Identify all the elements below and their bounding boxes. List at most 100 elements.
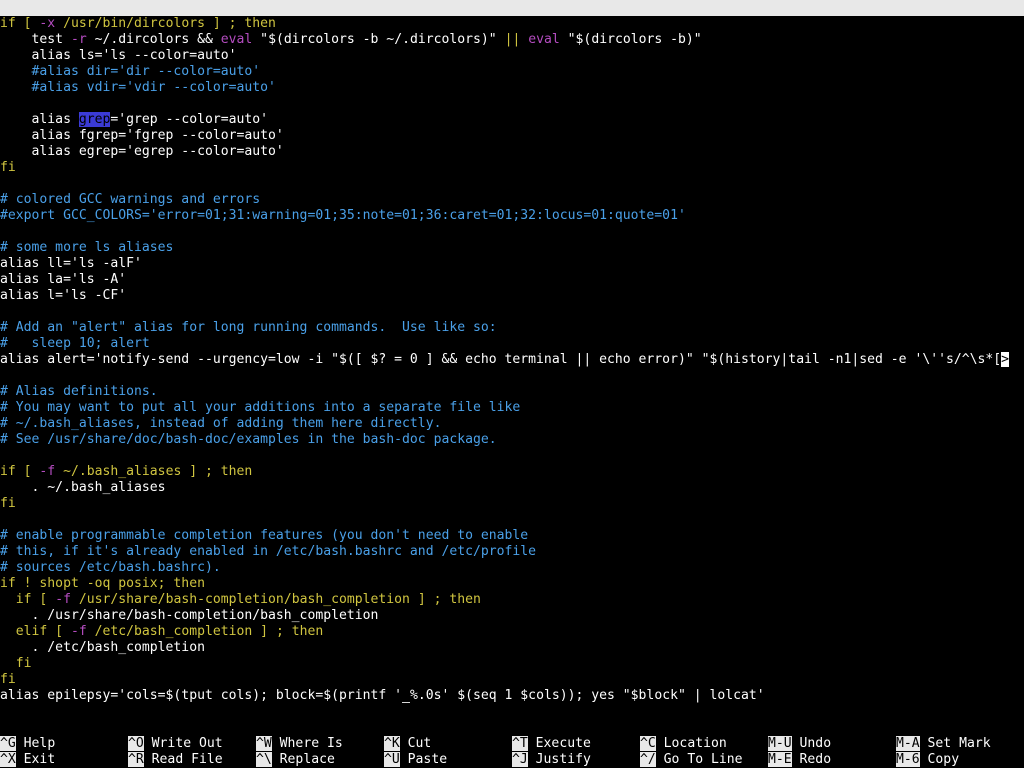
editor-line[interactable]: . ~/.bash_aliases bbox=[0, 480, 166, 496]
editor-line[interactable]: # colored GCC warnings and errors bbox=[0, 192, 260, 208]
shortcut-copy[interactable]: M-6 Copy bbox=[896, 752, 959, 768]
editor-line[interactable]: fi bbox=[0, 656, 32, 672]
editor-line[interactable]: # some more ls aliases bbox=[0, 240, 173, 256]
code-token: alias egrep='egrep --color=auto' bbox=[0, 144, 284, 159]
shortcut-label: Read File bbox=[143, 752, 223, 767]
code-token: if [ bbox=[0, 464, 40, 479]
editor-line[interactable]: # sleep 10; alert bbox=[0, 336, 150, 352]
shortcut-label: Execute bbox=[527, 736, 591, 751]
editor-line[interactable]: # this, if it's already enabled in /etc/… bbox=[0, 544, 536, 560]
code-token: fi bbox=[0, 672, 16, 687]
shortcut-read-file[interactable]: ^R Read File bbox=[128, 752, 223, 768]
editor-line[interactable]: # You may want to put all your additions… bbox=[0, 400, 520, 416]
editor-line[interactable]: . /usr/share/bash-completion/bash_comple… bbox=[0, 608, 379, 624]
code-token: ; then bbox=[228, 16, 276, 31]
code-token: # Alias definitions. bbox=[0, 384, 158, 399]
shortcut-label: Justify bbox=[527, 752, 591, 767]
shortcut-key: ^W bbox=[256, 736, 272, 751]
shortcut-location[interactable]: ^C Location bbox=[640, 736, 727, 752]
shortcut-label: Exit bbox=[15, 752, 56, 767]
code-token: "$(dircolors -b)" bbox=[559, 32, 702, 47]
code-token: ='grep --color=auto' bbox=[110, 112, 269, 127]
editor-line[interactable]: #export GCC_COLORS='error=01;31:warning=… bbox=[0, 208, 686, 224]
shortcut-key: M-A bbox=[896, 736, 920, 751]
code-token: elif [ bbox=[0, 624, 71, 639]
shortcut-key: ^C bbox=[640, 736, 656, 751]
shortcut-key: ^J bbox=[512, 752, 528, 767]
editor-line[interactable]: elif [ -f /etc/bash_completion ] ; then bbox=[0, 624, 323, 640]
code-token: ; then bbox=[204, 464, 253, 479]
editor-line[interactable]: if [ -x /usr/bin/dircolors ] ; then bbox=[0, 16, 276, 32]
editor-line[interactable]: alias epilepsy='cols=$(tput cols); block… bbox=[0, 688, 765, 704]
text-cursor: █ bbox=[402, 688, 410, 703]
shortcut-justify[interactable]: ^J Justify bbox=[512, 752, 591, 768]
title-bar: GNU nano 7.2 /home/fixlinuxmint22/.bashr… bbox=[0, 0, 1024, 47]
code-token: # See /usr/share/doc/bash-doc/examples i… bbox=[0, 432, 497, 447]
code-token: -f bbox=[39, 464, 56, 479]
shortcut-key: ^/ bbox=[640, 752, 656, 767]
code-token: alias alert='notify-send --urgency=low -… bbox=[0, 352, 1002, 367]
code-token: . /usr/share/bash-completion/bash_comple… bbox=[0, 608, 379, 623]
code-token: ; then bbox=[433, 592, 481, 607]
code-token: # You may want to put all your additions… bbox=[0, 400, 521, 415]
code-token: /etc/bash_completion ] bbox=[86, 624, 276, 639]
code-token: if [ bbox=[0, 16, 40, 31]
editor-line[interactable]: # enable programmable completion feature… bbox=[0, 528, 528, 544]
shortcut-key: ^R bbox=[128, 752, 144, 767]
editor-line[interactable]: if [ -f /usr/share/bash-completion/bash_… bbox=[0, 592, 481, 608]
code-token: || bbox=[504, 32, 521, 47]
shortcut-execute[interactable]: ^T Execute bbox=[512, 736, 591, 752]
editor-line[interactable]: # Add an "alert" alias for long running … bbox=[0, 320, 497, 336]
code-token: # enable programmable completion feature… bbox=[0, 528, 529, 543]
code-token: -x bbox=[39, 16, 56, 31]
editor-line[interactable]: fi bbox=[0, 160, 16, 176]
shortcut-label: Paste bbox=[399, 752, 448, 767]
code-token: eval bbox=[220, 32, 253, 47]
shortcut-go-to-line[interactable]: ^/ Go To Line bbox=[640, 752, 743, 768]
editor-line[interactable]: alias egrep='egrep --color=auto' bbox=[0, 144, 284, 160]
editor-line[interactable]: alias ll='ls -alF' bbox=[0, 256, 142, 272]
editor-line[interactable]: # Alias definitions. bbox=[0, 384, 158, 400]
shortcut-label: Go To Line bbox=[655, 752, 743, 767]
shortcut-label: Write Out bbox=[143, 736, 223, 751]
code-token: ; then bbox=[275, 624, 324, 639]
code-token: %.0s' $(seq 1 $cols)); yes "$block" | lo… bbox=[409, 688, 765, 703]
editor-line[interactable]: if [ -f ~/.bash_aliases ] ; then bbox=[0, 464, 252, 480]
code-token: . ~/.bash_aliases bbox=[0, 480, 166, 495]
shortcut-redo[interactable]: M-E Redo bbox=[768, 752, 831, 768]
shortcut-write-out[interactable]: ^O Write Out bbox=[128, 736, 223, 752]
code-token: -f bbox=[70, 624, 87, 639]
editor-line[interactable]: test -r ~/.dircolors && eval "$(dircolor… bbox=[0, 32, 702, 48]
shortcut-label: Copy bbox=[919, 752, 960, 767]
editor-line[interactable]: alias la='ls -A' bbox=[0, 272, 126, 288]
editor-line[interactable]: alias grep='grep --color=auto' bbox=[0, 112, 268, 128]
shortcut-label: Set Mark bbox=[919, 736, 991, 751]
shortcut-cut[interactable]: ^K Cut bbox=[384, 736, 431, 752]
shortcut-label: Replace bbox=[271, 752, 335, 767]
editor-line[interactable]: #alias vdir='vdir --color=auto' bbox=[0, 80, 276, 96]
editor-line[interactable]: alias l='ls -CF' bbox=[0, 288, 126, 304]
code-token: # this, if it's already enabled in /etc/… bbox=[0, 544, 537, 559]
editor-line[interactable]: # ~/.bash_aliases, instead of adding the… bbox=[0, 416, 441, 432]
editor-line[interactable]: if ! shopt -oq posix; then bbox=[0, 576, 205, 592]
shortcut-exit[interactable]: ^X Exit bbox=[0, 752, 55, 768]
code-token: fi bbox=[0, 496, 16, 511]
editor-line[interactable]: fi bbox=[0, 672, 16, 688]
editor-line[interactable]: alias alert='notify-send --urgency=low -… bbox=[0, 352, 1010, 368]
shortcut-replace[interactable]: ^\ Replace bbox=[256, 752, 335, 768]
shortcut-undo[interactable]: M-U Undo bbox=[768, 736, 831, 752]
code-token: fi bbox=[0, 656, 32, 671]
editor-line[interactable]: alias ls='ls --color=auto' bbox=[0, 48, 237, 64]
shortcut-paste[interactable]: ^U Paste bbox=[384, 752, 447, 768]
code-token: eval bbox=[528, 32, 560, 47]
shortcut-help[interactable]: ^G Help bbox=[0, 736, 55, 752]
editor-line[interactable]: . /etc/bash_completion bbox=[0, 640, 205, 656]
shortcut-where-is[interactable]: ^W Where Is bbox=[256, 736, 343, 752]
editor-line[interactable]: # See /usr/share/doc/bash-doc/examples i… bbox=[0, 432, 497, 448]
editor-line[interactable]: alias fgrep='fgrep --color=auto' bbox=[0, 128, 284, 144]
shortcut-key: M-6 bbox=[896, 752, 920, 767]
shortcut-set-mark[interactable]: M-A Set Mark bbox=[896, 736, 991, 752]
editor-line[interactable]: #alias dir='dir --color=auto' bbox=[0, 64, 261, 80]
editor-line[interactable]: # sources /etc/bash.bashrc). bbox=[0, 560, 221, 576]
editor-line[interactable]: fi bbox=[0, 496, 16, 512]
